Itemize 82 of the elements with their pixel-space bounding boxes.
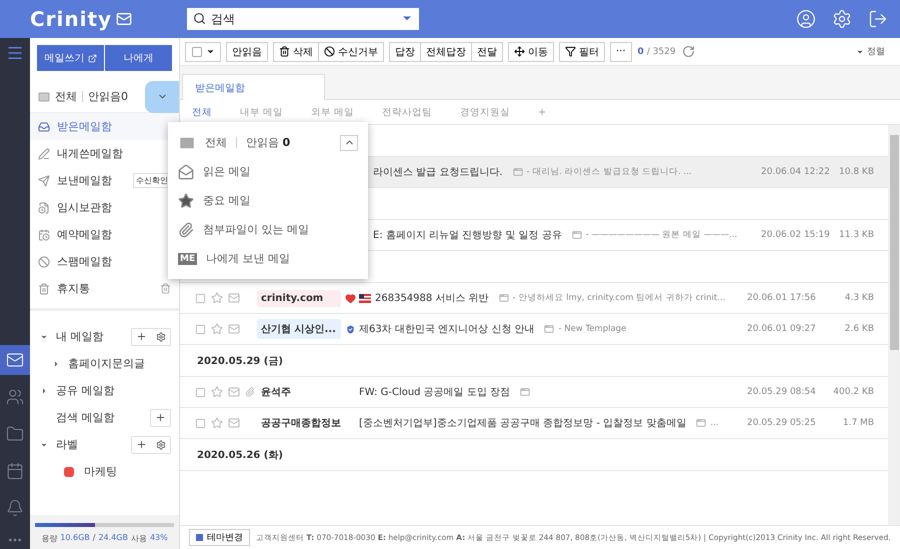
all-filter[interactable]: 전체 <box>55 89 77 104</box>
sender-name: 산기협 시상인... <box>257 319 341 339</box>
mail-size: 400.2 KB <box>833 387 874 397</box>
me-badge: ME <box>178 252 198 264</box>
folder-item[interactable]: 예약메일함 <box>30 221 179 248</box>
unread-filter[interactable]: 안읽음0 <box>88 89 128 104</box>
mail-preview: - ———————— 원본 메일 ———... <box>586 229 738 241</box>
tree-item[interactable]: 홈페이지문의글 <box>68 356 145 371</box>
folder-label: 스팸메일함 <box>57 254 112 269</box>
folder-label: 내게쓴메일함 <box>57 146 123 161</box>
mail-size: 2.6 KB <box>844 324 874 334</box>
toolbar-button[interactable]: 안읽음 <box>226 42 268 62</box>
folder-item[interactable]: 임시보관함 <box>30 194 179 221</box>
mail-size: 10.8 KB <box>839 167 874 177</box>
mail-size: 4.3 KB <box>844 293 874 303</box>
sender-name: crinity.com <box>257 290 341 306</box>
total-count: / 3529 <box>646 46 676 56</box>
all-option[interactable]: 전체 <box>205 135 227 150</box>
toolbar-button[interactable]: 수신거부 <box>318 42 384 62</box>
folder-label: 휴지통 <box>57 281 90 296</box>
menu-item[interactable]: 읽은 메일 <box>203 164 250 179</box>
folder-label: 보낸메일함 <box>57 173 112 188</box>
storage-total: 24.4GB <box>98 533 128 544</box>
mail-date: 20.06.04 12:22 <box>761 167 829 177</box>
mail-date: 20.06.01 17:56 <box>747 293 815 303</box>
folder-label: 받은메일함 <box>57 119 112 134</box>
mail-subject[interactable]: 268354988 서비스 위반 <box>375 291 489 305</box>
tree-item[interactable]: 내 메일함 <box>56 329 104 344</box>
mailbox-tab[interactable]: 받은메일함 <box>182 74 325 100</box>
mail-preview: - 안녕하세요 lmy, crinity.com 팀에서 귀하가 crinit... <box>512 292 726 304</box>
menu-item[interactable]: 나에게 보낸 메일 <box>206 251 290 266</box>
compose-button[interactable]: 메일쓰기 <box>37 45 104 71</box>
toolbar-button[interactable]: 전달 <box>471 42 503 62</box>
selected-count: 0 <box>638 46 644 56</box>
menu-item[interactable]: 중요 메일 <box>203 193 250 208</box>
date-header: 2020.05.26 (화) <box>197 448 283 462</box>
tree-item[interactable]: 검색 메일함 <box>56 410 114 425</box>
folder-item[interactable]: 휴지통 <box>30 275 179 302</box>
mail-subject[interactable]: 제63차 대한민국 엔지니어상 신청 안내 <box>359 322 534 336</box>
unread-option[interactable]: 안읽음 0 <box>246 135 290 150</box>
sender-name: 윤석주 <box>260 386 292 400</box>
sender-name: 공공구매종합정보 <box>260 417 341 431</box>
mail-preview: - 대리님. 라이센스 발급요청 드립니다. ... <box>526 166 692 178</box>
tree-item[interactable]: 공유 메일함 <box>56 383 114 398</box>
filter-tab[interactable]: 전체 <box>192 106 212 118</box>
storage-percent: 43% <box>150 533 168 544</box>
toolbar-button[interactable]: 필터 <box>559 42 605 62</box>
folder-item[interactable]: 받은메일함 <box>30 113 179 140</box>
storage-separator: / <box>92 533 96 544</box>
toolbar-button[interactable]: 답장 <box>389 42 421 62</box>
sort-button[interactable]: 정렬 <box>850 44 891 59</box>
mail-subject[interactable]: 라이센스 발급 요청드립니다. <box>373 165 503 179</box>
logo[interactable]: Crinity <box>30 7 112 31</box>
tree-item[interactable]: 라벨 <box>56 437 78 452</box>
to-me-button[interactable]: 나에게 <box>105 45 172 71</box>
storage-label: 용량 <box>41 533 58 544</box>
folder-item[interactable]: 내게쓴메일함 <box>30 140 179 167</box>
mail-subject[interactable]: [중소벤처기업부]중소기업제품 공공구매 종합정보망 - 입찰정보 맞춤메일 <box>359 416 686 430</box>
toolbar-button[interactable]: ··· <box>610 42 632 62</box>
folder-label: 예약메일함 <box>57 227 112 242</box>
toolbar-button[interactable]: 전체답장 <box>420 42 472 62</box>
mail-preview: ... <box>710 418 718 428</box>
mail-date: 20.05.29 05:25 <box>747 418 815 428</box>
tree-item[interactable]: 마케팅 <box>84 464 117 479</box>
mail-size: 11.3 KB <box>839 230 874 240</box>
mail-date: 20.05.29 08:54 <box>747 387 815 397</box>
mail-preview: - New Templage <box>558 324 626 334</box>
menu-item[interactable]: 첨부파일이 있는 메일 <box>203 222 309 237</box>
toolbar-button[interactable]: 이동 <box>508 42 554 62</box>
theme-button[interactable]: 테마변경 <box>189 529 250 546</box>
folder-label: 임시보관함 <box>57 200 112 215</box>
folder-item[interactable]: 스팸메일함 <box>30 248 179 275</box>
search-field[interactable]: 검색 <box>187 8 420 30</box>
mail-subject[interactable]: E: 홈페이지 리뉴얼 진행방향 및 일정 공유 <box>373 228 562 242</box>
mail-size: 1.7 MB <box>842 418 874 428</box>
mail-subject[interactable]: FW: G-Cloud 공공메일 도입 장점 <box>359 385 510 399</box>
storage-used: 10.6GB <box>60 533 90 544</box>
mail-date: 20.06.02 15:19 <box>761 230 829 240</box>
mail-date: 20.06.01 09:27 <box>747 324 815 334</box>
storage-used-label: 사용 <box>130 533 147 544</box>
toolbar-button[interactable]: 삭제 <box>273 42 319 62</box>
date-header: 2020.05.29 (금) <box>197 354 283 368</box>
